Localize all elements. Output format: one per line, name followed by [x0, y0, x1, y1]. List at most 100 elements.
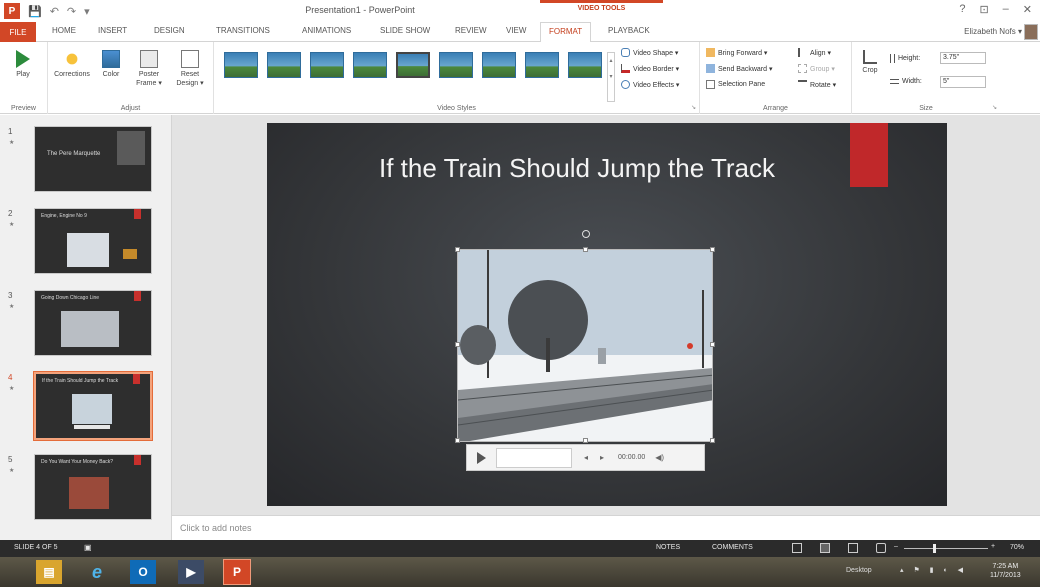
video-shape-button[interactable]: Video Shape ▾	[621, 48, 678, 57]
account-name[interactable]: Elizabeth Nofs ▾	[964, 27, 1022, 36]
resize-handle-icon[interactable]	[583, 438, 588, 443]
poster-frame-button[interactable]: Poster Frame ▾	[130, 50, 168, 88]
tab-playback[interactable]: PLAYBACK	[608, 26, 650, 35]
desktop-toolbar[interactable]: Desktop	[846, 567, 872, 574]
width-input[interactable]: 5"	[940, 76, 986, 88]
dialog-launcher-icon[interactable]: ↘	[691, 104, 696, 111]
close-icon[interactable]: ✕	[1023, 3, 1032, 16]
color-button[interactable]: Color	[98, 50, 124, 79]
crop-button[interactable]: Crop	[858, 50, 882, 75]
comments-toggle[interactable]: COMMENTS	[712, 544, 753, 551]
resize-handle-icon[interactable]	[710, 342, 715, 347]
zoom-out-button[interactable]: –	[894, 543, 898, 550]
normal-view-icon[interactable]	[792, 543, 802, 553]
video-effects-button[interactable]: Video Effects ▾	[621, 80, 679, 89]
video-style-thumbnail[interactable]	[267, 52, 301, 78]
slide-thumbnail-1[interactable]: The Pere Marquette	[34, 126, 152, 192]
video-style-thumbnail[interactable]	[439, 52, 473, 78]
send-backward-button[interactable]: Send Backward ▾	[706, 64, 773, 73]
tab-slide-show[interactable]: SLIDE SHOW	[380, 26, 430, 35]
tab-format[interactable]: FORMAT	[540, 22, 592, 43]
redo-icon[interactable]: ↷	[67, 5, 76, 18]
resize-handle-icon[interactable]	[710, 438, 715, 443]
zoom-slider[interactable]	[904, 548, 988, 549]
volume-icon[interactable]: ◀)	[655, 453, 664, 462]
powerpoint-taskbar-icon[interactable]: P	[223, 559, 251, 585]
video-style-thumbnail[interactable]	[310, 52, 344, 78]
group-button[interactable]: Group ▾	[798, 64, 835, 73]
media-progress-bar[interactable]	[496, 447, 572, 468]
file-explorer-icon[interactable]: ▤	[36, 560, 62, 584]
zoom-in-button[interactable]: +	[991, 543, 995, 550]
slide-thumbnail-5[interactable]: Do You Want Your Money Back?	[34, 454, 152, 520]
resize-handle-icon[interactable]	[455, 342, 460, 347]
clock[interactable]: 7:25 AM 11/7/2013	[990, 562, 1021, 580]
current-slide[interactable]: If the Train Should Jump the Track ◂ ▸ 0…	[267, 123, 947, 506]
media-player-icon[interactable]: ▶	[178, 560, 204, 584]
zoom-slider-thumb[interactable]	[933, 544, 937, 553]
color-label: Color	[102, 71, 120, 78]
slide-title[interactable]: If the Train Should Jump the Track	[297, 153, 857, 184]
customize-toolbar-icon[interactable]: ▾	[84, 5, 90, 18]
tab-insert[interactable]: INSERT	[98, 26, 127, 35]
tab-transitions[interactable]: TRANSITIONS	[216, 26, 270, 35]
selection-pane-button[interactable]: Selection Pane	[706, 80, 765, 89]
video-border-button[interactable]: Video Border ▾	[621, 64, 679, 73]
gallery-scroll[interactable]: ▴ ▾	[607, 52, 615, 102]
video-style-thumbnail[interactable]	[396, 52, 430, 78]
resize-handle-icon[interactable]	[583, 247, 588, 252]
video-style-thumbnail[interactable]	[353, 52, 387, 78]
corrections-button[interactable]: Corrections	[52, 50, 92, 79]
video-object[interactable]	[457, 249, 713, 442]
video-poster-frame	[458, 250, 712, 441]
height-input[interactable]: 3.75"	[940, 52, 986, 64]
resize-handle-icon[interactable]	[455, 247, 460, 252]
avatar[interactable]	[1024, 24, 1038, 40]
move-forward-icon[interactable]: ▸	[600, 453, 604, 462]
reset-design-button[interactable]: Reset Design ▾	[170, 50, 210, 88]
resize-handle-icon[interactable]	[455, 438, 460, 443]
slide-thumbnail-4[interactable]: If the Train Should Jump the Track	[33, 371, 153, 441]
resize-handle-icon[interactable]	[710, 247, 715, 252]
slide-editing-area: If the Train Should Jump the Track ◂ ▸ 0…	[172, 115, 1040, 515]
tab-design[interactable]: DESIGN	[154, 26, 185, 35]
move-back-icon[interactable]: ◂	[584, 453, 588, 462]
play-icon[interactable]	[477, 451, 486, 464]
align-button[interactable]: Align ▾	[798, 48, 831, 57]
system-tray[interactable]: ▴ ⚑ ▮ ◐ ◀	[900, 566, 967, 574]
ribbon-display-icon[interactable]: ⊡	[979, 3, 988, 16]
save-icon[interactable]: 💾	[28, 5, 42, 18]
undo-icon[interactable]: ↶	[50, 5, 59, 18]
outlook-icon[interactable]: O	[130, 560, 156, 584]
notes-pane[interactable]: Click to add notes	[172, 515, 1040, 540]
help-icon[interactable]: ?	[959, 3, 965, 16]
send-backward-label: Send Backward ▾	[718, 65, 773, 73]
bring-forward-button[interactable]: Bring Forward ▾	[706, 48, 767, 57]
video-style-thumbnail[interactable]	[224, 52, 258, 78]
video-style-thumbnail[interactable]	[482, 52, 516, 78]
tab-file[interactable]: FILE	[0, 22, 36, 42]
notes-toggle[interactable]: NOTES	[656, 544, 680, 551]
rotate-handle-icon[interactable]	[582, 230, 590, 238]
spelling-icon[interactable]: ▣	[84, 543, 92, 552]
slide-number: 2	[8, 209, 13, 218]
slide-thumbnail-3[interactable]: Going Down Chicago Line	[34, 290, 152, 356]
media-controls: ◂ ▸ 00:00.00 ◀)	[466, 444, 705, 471]
zoom-level[interactable]: 70%	[1010, 544, 1024, 551]
reading-view-icon[interactable]	[848, 543, 858, 553]
internet-explorer-icon[interactable]: e	[84, 560, 110, 584]
slide-thumbnail-2[interactable]: Engine, Engine No 9	[34, 208, 152, 274]
slide-sorter-icon[interactable]	[820, 543, 830, 553]
rotate-button[interactable]: Rotate ▾	[798, 80, 836, 89]
video-style-thumbnail[interactable]	[525, 52, 559, 78]
tab-view[interactable]: VIEW	[506, 26, 526, 35]
minimize-icon[interactable]: –	[1003, 3, 1009, 16]
dialog-launcher-icon[interactable]: ↘	[992, 104, 997, 111]
video-style-thumbnail[interactable]	[568, 52, 602, 78]
tab-review[interactable]: REVIEW	[455, 26, 487, 35]
play-button[interactable]: Play	[8, 50, 38, 79]
slide-show-icon[interactable]	[876, 543, 886, 553]
tab-home[interactable]: HOME	[52, 26, 76, 35]
tab-animations[interactable]: ANIMATIONS	[302, 26, 351, 35]
window-controls: ? ⊡ – ✕	[959, 3, 1032, 16]
